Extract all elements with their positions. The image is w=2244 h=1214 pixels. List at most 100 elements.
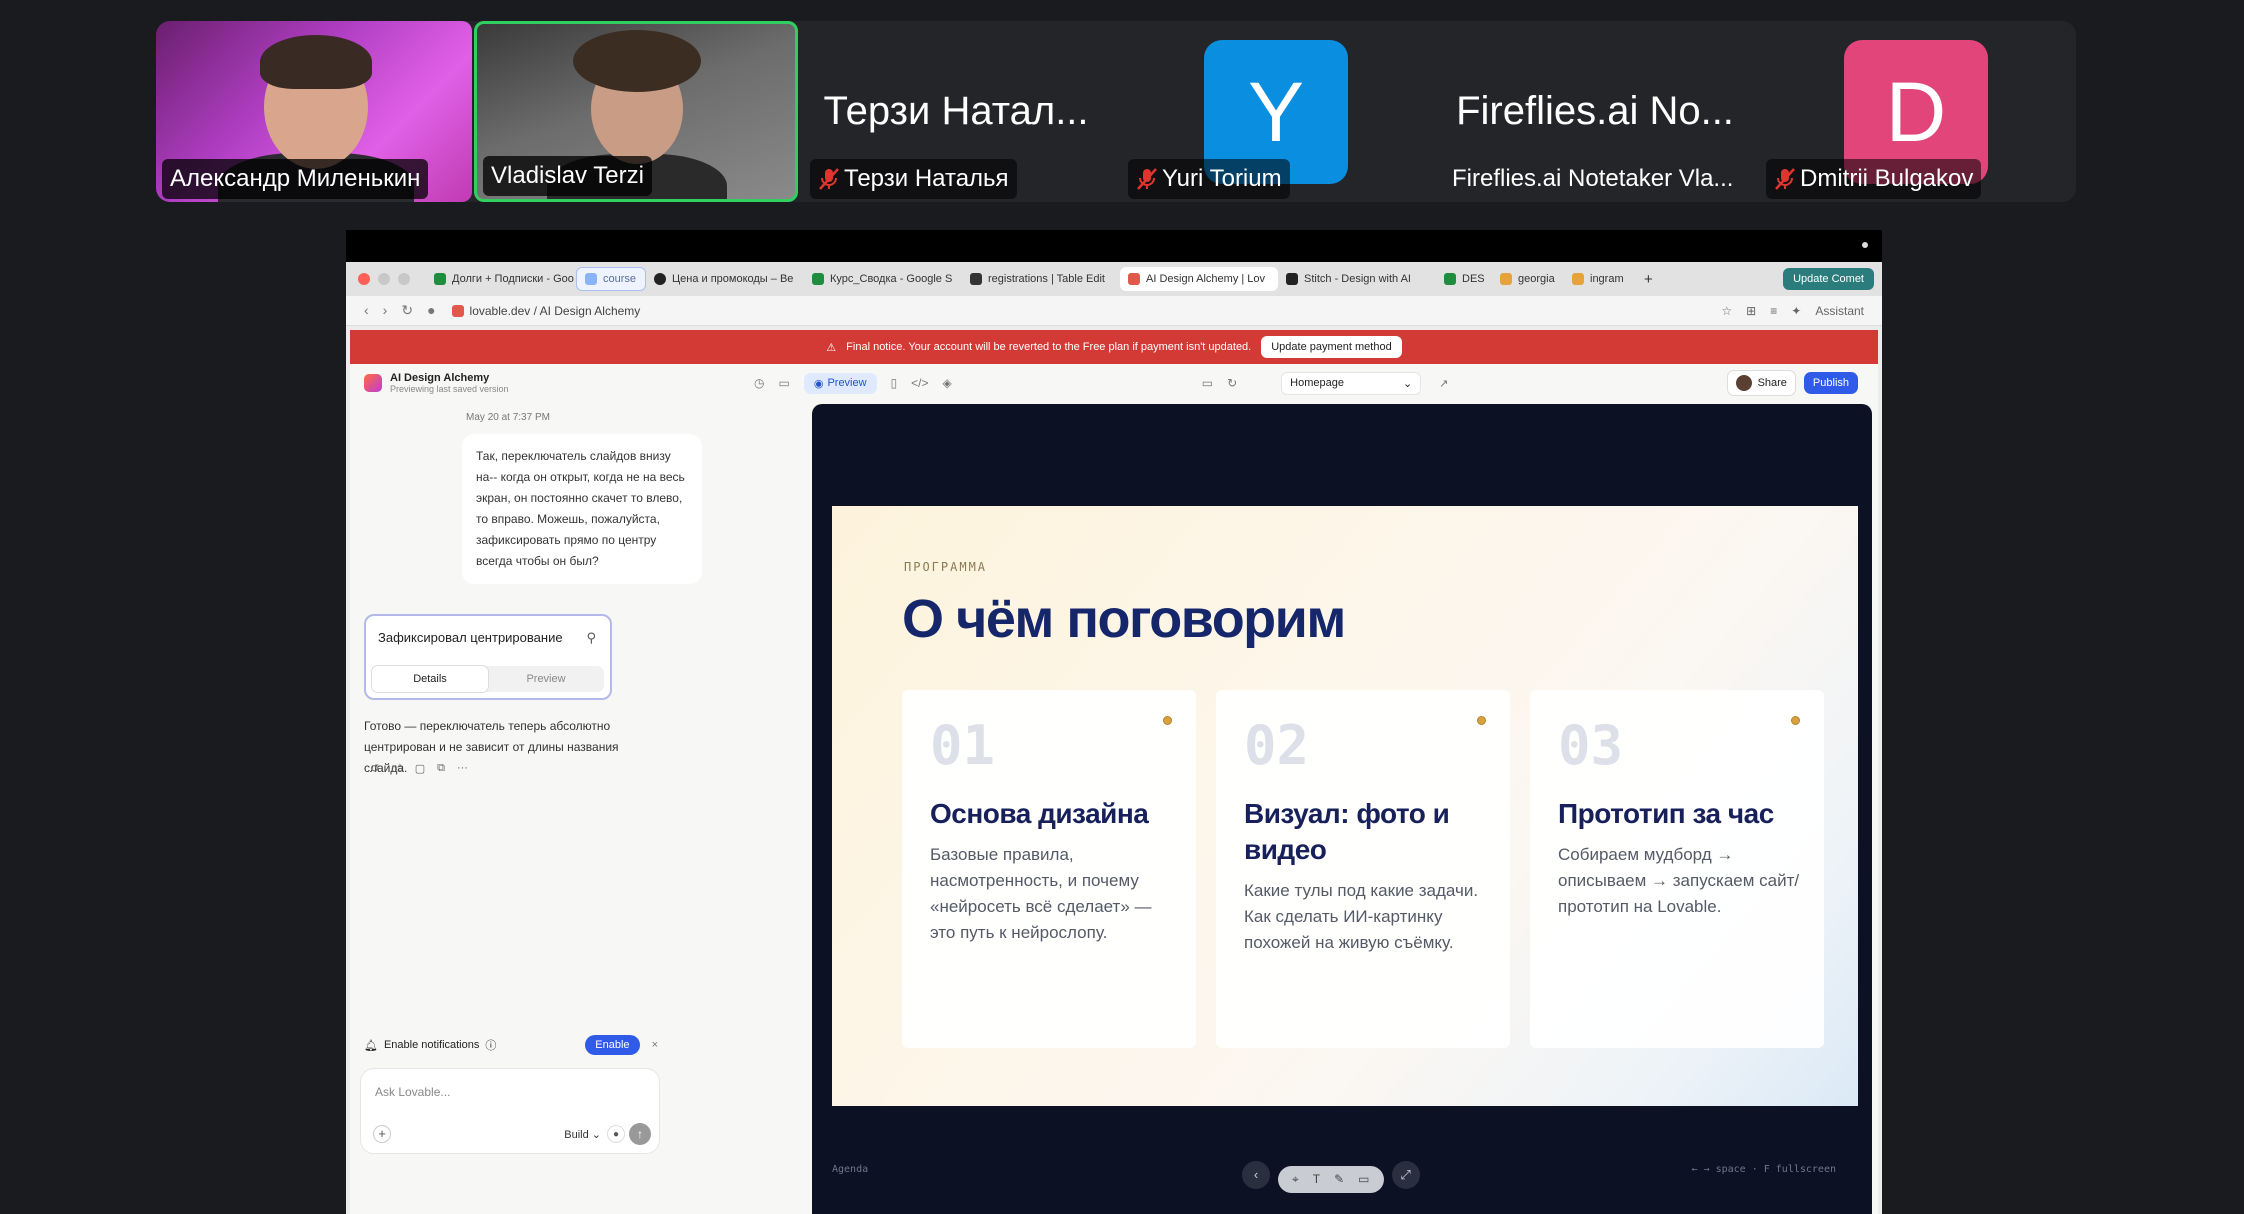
participant-name: Yuri Torium (1162, 165, 1282, 192)
chat-input[interactable]: Ask Lovable... + Build ⌄ ● ↑ (360, 1068, 660, 1154)
participant-tile-1[interactable]: Александр Миленькин (156, 21, 472, 202)
more-icon[interactable]: ··· (457, 762, 468, 775)
minimize-window-icon[interactable] (378, 273, 390, 285)
participant-tile-6[interactable]: D Dmitrii Bulgakov (1762, 21, 2062, 202)
lovable-icon (1128, 273, 1140, 285)
rectangle-icon[interactable]: ▭ (1358, 1172, 1369, 1187)
mode-select[interactable]: Build ⌄ (564, 1128, 601, 1141)
tab-label: Курс_Сводка - Google S (830, 273, 953, 285)
layers-icon[interactable]: ◈ (943, 376, 952, 390)
browser-tab[interactable]: registrations | Table Edit (962, 267, 1120, 291)
forward-icon[interactable]: › (383, 302, 388, 319)
sidebar-icon[interactable]: ≡ (1770, 304, 1777, 318)
banner-text: Final notice. Your account will be rever… (846, 341, 1252, 353)
tab-label: Stitch - Design with AI (1304, 273, 1411, 285)
select-icon[interactable]: ⌖ (1292, 1172, 1299, 1187)
browser-tab[interactable]: Stitch - Design with AI (1278, 267, 1436, 291)
change-card[interactable]: Зафиксировал центрирование ⚲ Details Pre… (364, 614, 612, 700)
topic-description: Собираем мудборд → описываем → запускаем… (1558, 845, 1800, 916)
undo-icon[interactable]: ↺ (370, 762, 379, 775)
browser-window: Долги + Подписки - Goo course Цена и про… (346, 262, 1882, 1214)
info-icon[interactable]: ⓘ (485, 1037, 496, 1053)
file-icon[interactable]: ▯ (891, 376, 898, 390)
browser-tab[interactable]: Долги + Подписки - Goo (426, 267, 576, 291)
page-select[interactable]: Homepage ⌄ (1281, 371, 1422, 395)
prev-slide-button[interactable]: ‹ (1242, 1160, 1270, 1189)
topic-number: 03 (1558, 714, 1624, 777)
url-field[interactable]: lovable.dev / AI Design Alchemy (451, 303, 641, 318)
screen-indicator-dot (1862, 242, 1868, 248)
maximize-window-icon[interactable] (398, 273, 410, 285)
preview-tab[interactable]: ◉ Preview (803, 372, 877, 394)
globe-icon: ◉ (813, 377, 824, 390)
tab-label: AI Design Alchemy | Lov (1146, 273, 1266, 285)
share-button[interactable]: Share (1726, 370, 1796, 396)
enable-notifications-button[interactable]: Enable (585, 1035, 640, 1055)
close-icon[interactable]: × (652, 1039, 658, 1051)
assistant-button[interactable]: Assistant (1815, 304, 1864, 318)
participant-tile-4[interactable]: Y Yuri Torium (1124, 21, 1424, 202)
participant-tile-5[interactable]: Fireflies.ai No... Fireflies.ai Notetake… (1440, 21, 1750, 202)
accent-dot (1163, 716, 1172, 725)
details-tab[interactable]: Details (372, 666, 488, 692)
participant-tile-3[interactable]: Терзи Натал... Терзи Наталья (806, 21, 1106, 202)
mic-icon[interactable]: ● (427, 302, 435, 319)
device-icon[interactable]: ▭ (1202, 376, 1213, 390)
participant-label: Терзи Наталья (810, 159, 1017, 199)
new-tab-button[interactable]: + (1636, 267, 1661, 291)
browser-tab[interactable]: ingram (1564, 267, 1636, 291)
history-icon[interactable]: ◷ (754, 376, 764, 390)
preview-label: Preview (827, 377, 867, 389)
preview-tab[interactable]: Preview (488, 666, 604, 692)
topic-title: Основа дизайна (930, 798, 1149, 829)
mic-icon[interactable]: ● (607, 1125, 625, 1143)
participant-name: Fireflies.ai Notetaker Vla... (1452, 165, 1734, 192)
browser-tab-active[interactable]: AI Design Alchemy | Lov (1120, 267, 1278, 291)
back-icon[interactable]: ‹ (364, 302, 369, 319)
reload-icon[interactable]: ↻ (401, 302, 413, 319)
url-text: lovable.dev / AI Design Alchemy (469, 303, 641, 318)
update-payment-button[interactable]: Update payment method (1261, 336, 1402, 358)
message-actions: ↺ 👍︎ ▢ ⧉ ··· (370, 762, 468, 775)
app-header: AI Design Alchemy Previewing last saved … (350, 364, 1878, 402)
preview-pane: ПРОГРАММА О чём поговорим 01 Основа диза… (812, 404, 1872, 1214)
notifications-label: Enable notifications (383, 1039, 480, 1051)
participant-name: Dmitrii Bulgakov (1800, 165, 1974, 192)
extension-icon[interactable]: ⊞ (1746, 304, 1756, 318)
folder-icon (585, 273, 597, 285)
browser-tab[interactable]: Курс_Сводка - Google S (804, 267, 962, 291)
sidebar-toggle-icon[interactable]: ▭ (778, 376, 789, 390)
bookmark-icon[interactable]: ⚲ (586, 630, 596, 646)
browser-tab[interactable]: DES (1436, 267, 1492, 291)
comment-icon[interactable]: ▢ (415, 762, 425, 775)
tab-label: course (603, 273, 637, 285)
lovable-icon (451, 304, 464, 317)
star-icon[interactable]: ☆ (1721, 304, 1732, 318)
site-icon (1444, 273, 1456, 285)
assistant-icon[interactable]: ✦ (1791, 304, 1801, 318)
slide-kicker: ПРОГРАММА (904, 560, 988, 574)
code-icon[interactable]: </> (911, 376, 928, 390)
close-window-icon[interactable] (358, 273, 370, 285)
attach-plus-icon[interactable]: + (373, 1125, 391, 1143)
tab-label: DES (1462, 273, 1485, 285)
project-switcher[interactable]: AI Design Alchemy Previewing last saved … (364, 372, 744, 394)
thumbs-up-icon[interactable]: 👍︎ (391, 762, 403, 775)
bell-icon: 🔔︎ (364, 1039, 378, 1052)
open-external-icon[interactable]: ↗ (1439, 377, 1448, 390)
send-icon[interactable]: ↑ (629, 1123, 651, 1145)
pen-icon[interactable]: ✎ (1334, 1172, 1344, 1187)
browser-tab-group[interactable]: course (576, 267, 646, 291)
browser-tab[interactable]: Цена и промокоды – Be (646, 267, 804, 291)
publish-button[interactable]: Publish (1803, 372, 1858, 394)
participant-tile-2-active-speaker[interactable]: Vladislav Terzi (474, 21, 798, 202)
copy-icon[interactable]: ⧉ (437, 762, 445, 775)
refresh-icon[interactable]: ↻ (1227, 376, 1237, 390)
fullscreen-button[interactable]: ⤢ (1391, 1160, 1420, 1189)
browser-tab[interactable]: georgia (1492, 267, 1564, 291)
browser-tab-bar: Долги + Подписки - Goo course Цена и про… (346, 262, 1882, 296)
update-comet-button[interactable]: Update Comet (1783, 268, 1874, 290)
notifications-prompt: 🔔︎ Enable notifications ⓘ Enable × (364, 1030, 658, 1060)
text-icon[interactable]: T (1313, 1172, 1320, 1187)
project-name: AI Design Alchemy (390, 372, 490, 384)
